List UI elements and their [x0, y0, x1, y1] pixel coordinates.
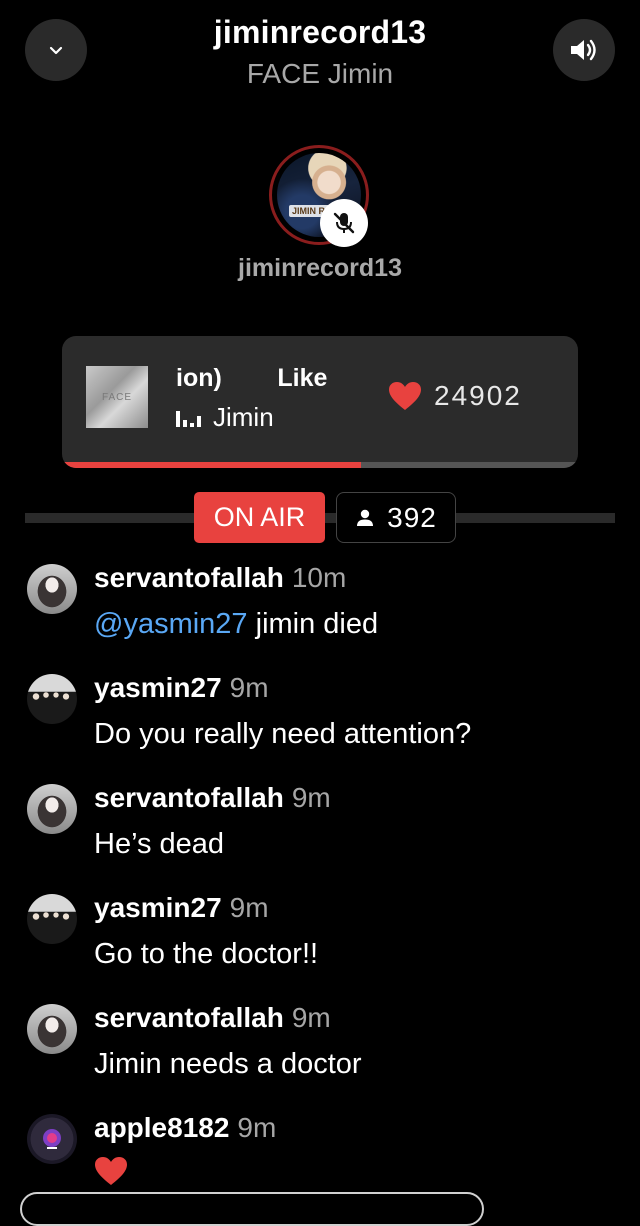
chat-username[interactable]: servantofallah — [94, 782, 284, 813]
chat-message-body: Go to the doctor!! — [94, 938, 319, 970]
avatar[interactable] — [27, 564, 77, 614]
track-progress-bar — [62, 462, 578, 468]
on-air-badge: ON AIR — [194, 492, 325, 543]
equalizer-icon — [176, 409, 201, 427]
chat-username[interactable]: yasmin27 — [94, 892, 222, 923]
page-subtitle: FACE Jimin — [246, 58, 394, 89]
chat-message-header: servantofallah 9m — [94, 1002, 331, 1034]
artist-row: Jimin — [176, 402, 274, 433]
avatar[interactable] — [27, 674, 77, 724]
person-icon — [357, 509, 374, 526]
chat-timestamp: 9m — [229, 672, 269, 703]
avatar[interactable] — [27, 784, 77, 834]
chat-username[interactable]: servantofallah — [94, 1002, 284, 1033]
chat-message-header: yasmin27 9m — [94, 892, 269, 924]
host-name[interactable]: jiminrecord13 — [0, 254, 640, 283]
chat-message-header: servantofallah 9m — [94, 782, 331, 814]
chat-message: servantofallah 9m Jimin needs a doctor — [0, 1000, 640, 1100]
comment-input[interactable] — [20, 1192, 484, 1226]
track-progress-fill — [62, 462, 362, 468]
speaker-icon — [571, 39, 596, 61]
chat-message-text: He’s dead — [94, 828, 224, 861]
chat-message-text: Go to the doctor!! — [94, 938, 318, 971]
chat-username[interactable]: yasmin27 — [94, 672, 222, 703]
chat-message: yasmin27 9m Do you really need attention? — [0, 670, 640, 770]
heart-icon — [389, 382, 421, 410]
listener-count-badge[interactable]: 392 — [336, 492, 456, 543]
track-title: ion) Like — [176, 364, 328, 392]
page-title: jiminrecord13 — [213, 14, 427, 50]
avatar[interactable] — [27, 1004, 77, 1054]
chat-message: servantofallah 10m @yasmin27 jimin died — [0, 560, 640, 660]
chat-message-body: Jimin needs a doctor — [94, 1048, 362, 1080]
mic-muted-badge — [320, 199, 368, 247]
heart-icon — [95, 1157, 127, 1185]
avatar[interactable] — [27, 894, 77, 944]
avatar[interactable] — [27, 1114, 77, 1164]
chat-timestamp: 9m — [291, 1002, 331, 1033]
chat-timestamp: 10m — [291, 562, 347, 593]
like-count: 24902 — [434, 380, 522, 411]
chat-message-text: Jimin needs a doctor — [94, 1048, 362, 1081]
chat-timestamp: 9m — [237, 1112, 277, 1143]
like-counter[interactable]: 24902 — [388, 380, 522, 412]
chat-message-text — [94, 1157, 128, 1194]
chat-message-body: jimin died — [247, 608, 379, 640]
sound-button[interactable] — [553, 19, 615, 81]
chat-timestamp: 9m — [291, 782, 331, 813]
now-playing-card[interactable]: FACE ion) Like Jimin 24902 — [62, 336, 578, 468]
header: jiminrecord13 FACE Jimin — [0, 0, 640, 110]
mic-muted-icon — [333, 212, 355, 234]
chat-message-header: apple8182 9m — [94, 1112, 276, 1144]
chat-message: servantofallah 9m He’s dead — [0, 780, 640, 880]
brain-icon — [43, 1129, 61, 1149]
chat-message-header: yasmin27 9m — [94, 672, 269, 704]
chat-username[interactable]: apple8182 — [94, 1112, 229, 1143]
album-art-text: FACE — [101, 391, 133, 403]
track-artist: Jimin — [213, 402, 274, 432]
chat-message-body: He’s dead — [94, 828, 225, 860]
album-art: FACE — [86, 366, 148, 428]
chat-message-text: @yasmin27 jimin died — [94, 608, 378, 641]
mention-link[interactable]: @yasmin27 — [94, 608, 248, 640]
chat-timestamp: 9m — [229, 892, 269, 923]
listener-count: 392 — [387, 501, 437, 533]
chat-message-header: servantofallah 10m — [94, 562, 346, 594]
chat-message-body: Do you really need attention? — [94, 718, 472, 750]
chat-username[interactable]: servantofallah — [94, 562, 284, 593]
chat-message-text: Do you really need attention? — [94, 718, 471, 751]
chat-message: yasmin27 9m Go to the doctor!! — [0, 890, 640, 990]
host-avatar[interactable]: JIMIN REC — [269, 145, 369, 247]
